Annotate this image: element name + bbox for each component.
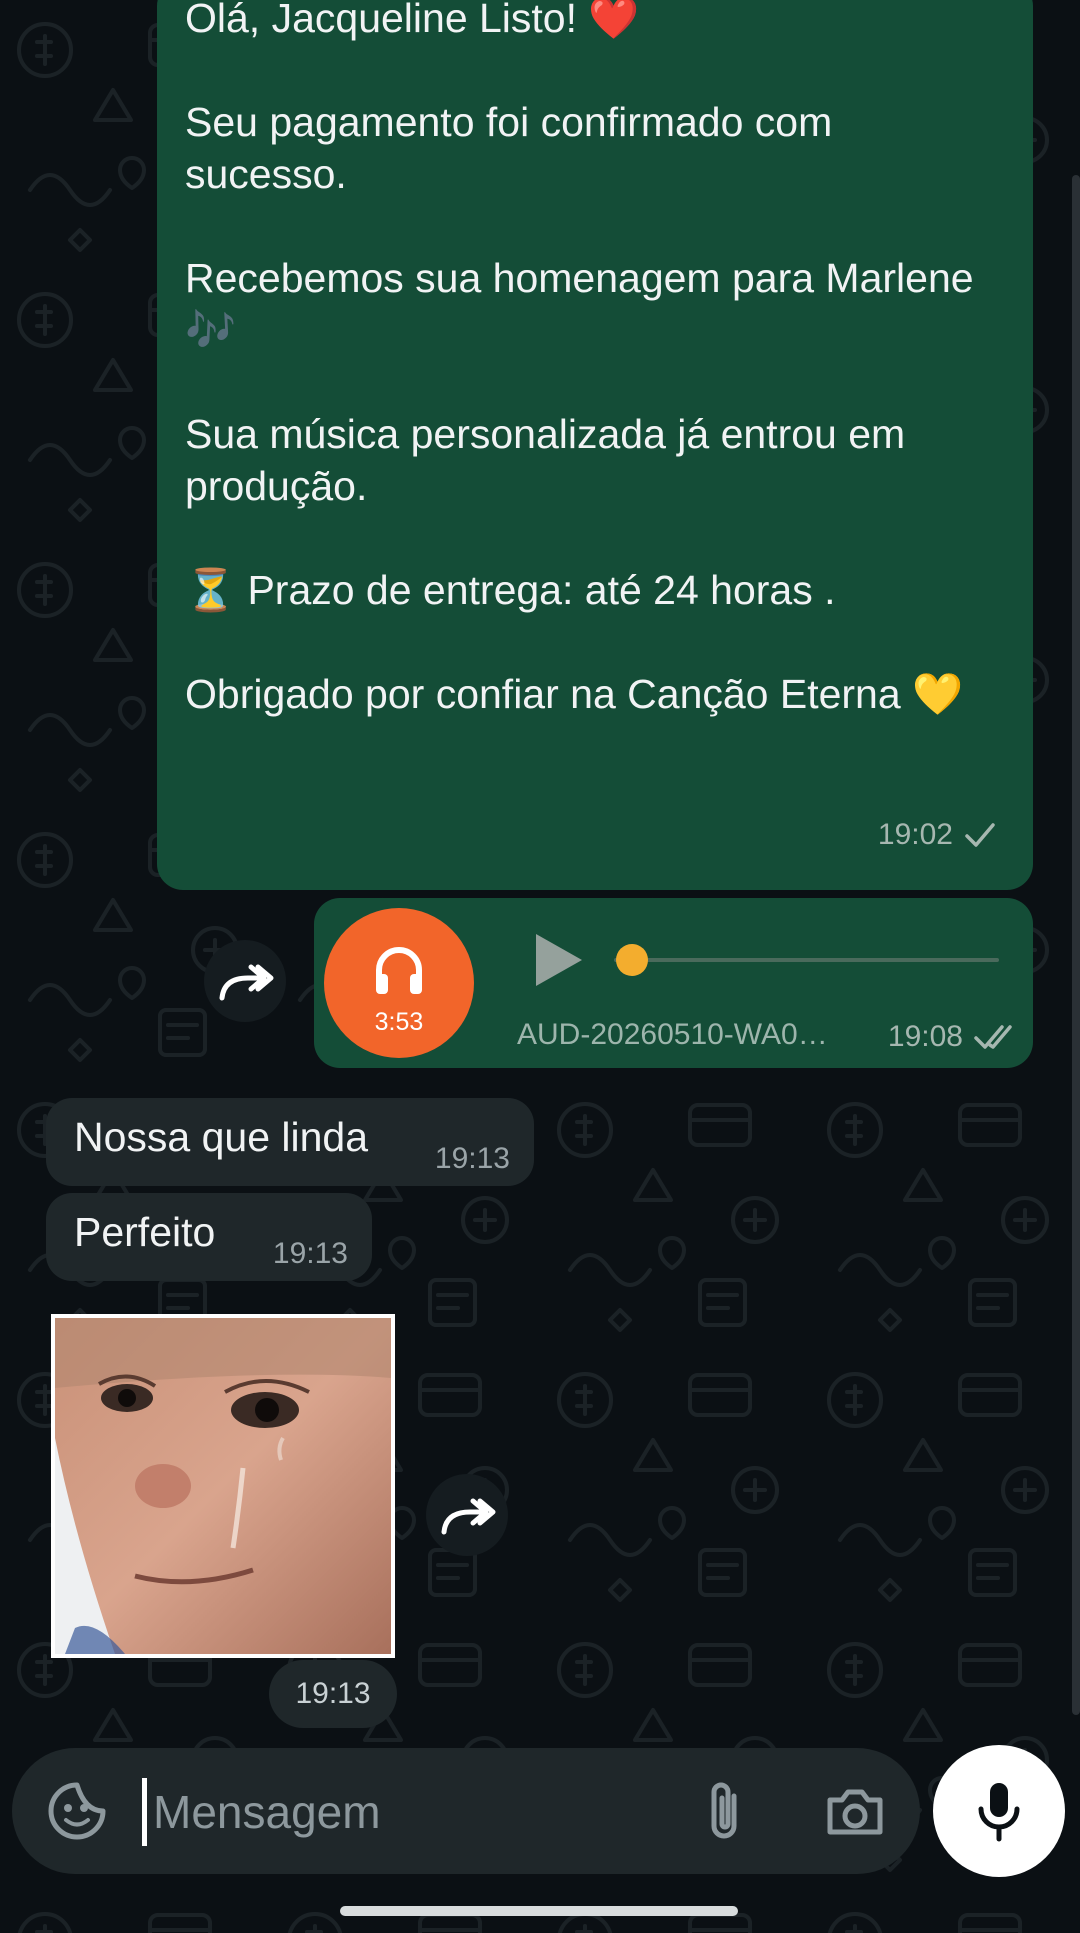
audio-file-name: AUD-20260510-WA0… <box>517 1018 828 1051</box>
play-icon[interactable] <box>528 928 588 992</box>
sticker-icon[interactable] <box>46 1780 108 1842</box>
audio-duration: 3:53 <box>374 1008 424 1036</box>
voice-record-button[interactable] <box>933 1745 1065 1877</box>
scrollbar[interactable] <box>1072 175 1080 1715</box>
single-check-icon <box>965 823 995 847</box>
forward-audio-button[interactable] <box>204 940 286 1022</box>
mic-icon <box>978 1783 1020 1842</box>
audio-message-time: 19:08 <box>887 1020 963 1053</box>
audio-progress-knob[interactable] <box>616 944 648 976</box>
outgoing-message-text: Olá, Jacqueline Listo! ❤️ Seu pagamento … <box>185 0 974 717</box>
headphones-icon <box>376 947 422 994</box>
message-input[interactable] <box>147 1778 679 1846</box>
incoming-message-bubble[interactable]: Nossa que linda 19:13 <box>46 1098 534 1186</box>
incoming-message-text: Perfeito <box>74 1209 216 1255</box>
forward-icon <box>219 964 274 1001</box>
attach-icon[interactable] <box>700 1778 748 1844</box>
incoming-message-time: 19:13 <box>434 1142 510 1175</box>
outgoing-message-meta: 19:02 <box>878 818 997 852</box>
audio-progress-track[interactable] <box>614 958 999 962</box>
outgoing-message-bubble[interactable]: Olá, Jacqueline Listo! ❤️ Seu pagamento … <box>157 0 1033 890</box>
incoming-message-bubble[interactable]: Perfeito 19:13 <box>46 1193 372 1281</box>
forward-sticker-button[interactable] <box>426 1474 508 1556</box>
incoming-message-text: Nossa que linda <box>74 1114 369 1160</box>
camera-icon[interactable] <box>824 1784 886 1840</box>
outgoing-message-time: 19:02 <box>877 818 953 851</box>
incoming-message-time: 19:13 <box>272 1237 348 1270</box>
audio-message-meta: 19:08 <box>888 1020 1019 1054</box>
sticker-time: 19:13 <box>269 1660 397 1728</box>
message-composer[interactable] <box>12 1748 920 1874</box>
audio-avatar: 3:53 <box>324 908 474 1058</box>
home-indicator[interactable] <box>340 1906 738 1916</box>
sticker-image[interactable] <box>51 1314 395 1658</box>
double-check-icon <box>974 1025 1012 1049</box>
audio-message-bubble[interactable]: 3:53 AUD-20260510-WA0… 19:08 <box>314 898 1033 1068</box>
crying-baby-sticker <box>55 1318 391 1654</box>
forward-icon <box>441 1498 496 1535</box>
